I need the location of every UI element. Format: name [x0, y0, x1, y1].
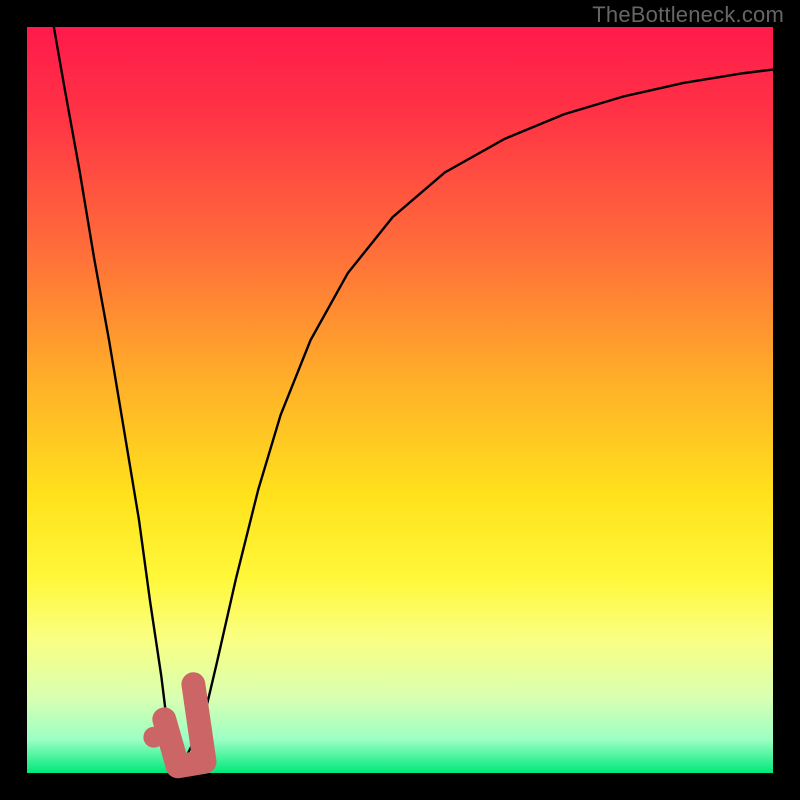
- gradient-background: [27, 27, 773, 773]
- chart-stage: TheBottleneck.com: [0, 0, 800, 800]
- watermark-text: TheBottleneck.com: [592, 2, 784, 28]
- bottleneck-chart: [0, 0, 800, 800]
